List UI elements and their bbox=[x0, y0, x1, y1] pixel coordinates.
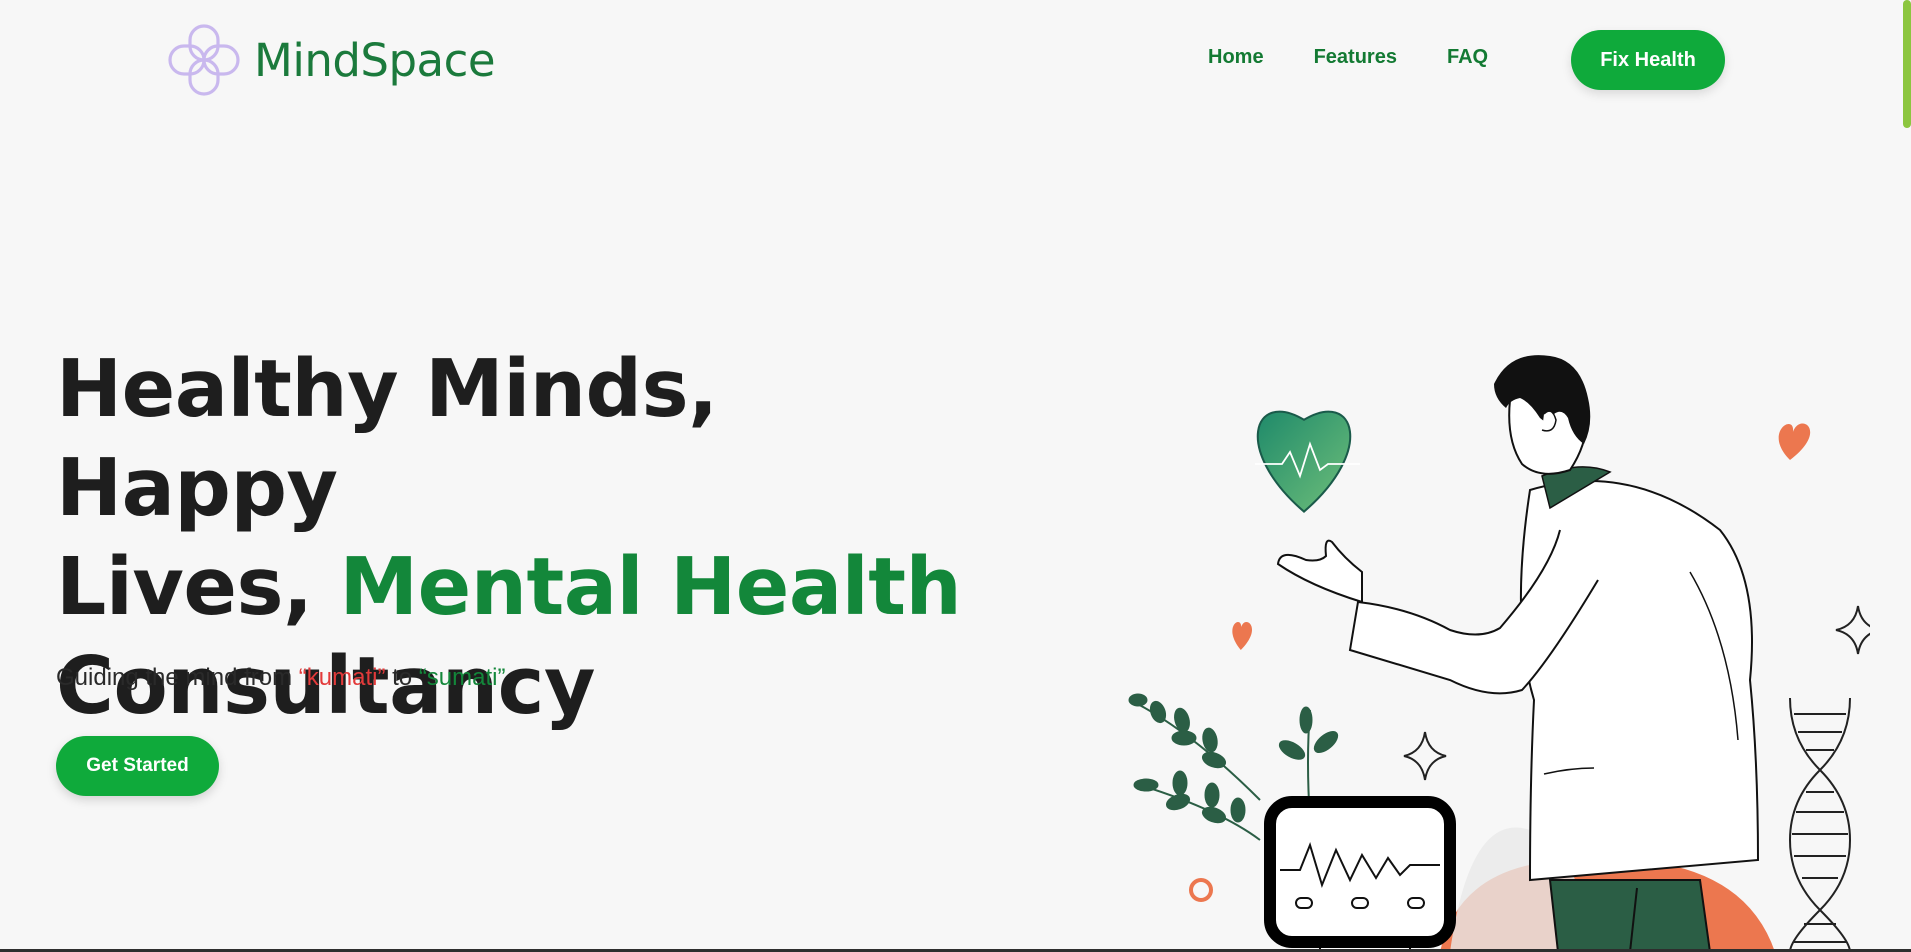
heart-rate-monitor-icon bbox=[1264, 796, 1456, 952]
nav-link-faq[interactable]: FAQ bbox=[1447, 46, 1488, 69]
hero-heading-line2-start: Lives, bbox=[56, 541, 340, 633]
fix-health-button[interactable]: Fix Health bbox=[1571, 30, 1725, 90]
subtitle-middle: to bbox=[385, 664, 419, 691]
dna-helix-icon bbox=[1788, 697, 1852, 952]
landing-page: MindSpace Home Features FAQ Fix Health H… bbox=[0, 0, 1911, 952]
hero-heading-accent: Mental Health bbox=[339, 541, 962, 633]
site-header: MindSpace Home Features FAQ Fix Health bbox=[0, 0, 1911, 120]
hero-heading-line1: Healthy Minds, Happy bbox=[56, 343, 718, 534]
brand-name: MindSpace bbox=[254, 33, 496, 87]
sparkle-icon bbox=[1403, 731, 1447, 781]
sparkle-icon-right bbox=[1835, 605, 1870, 655]
heart-right-orange bbox=[1778, 423, 1811, 460]
subtitle-word-kumati: “kumati” bbox=[298, 664, 386, 691]
hero-illustration bbox=[1128, 355, 1870, 952]
subtitle-prefix: Guiding the mind from bbox=[56, 664, 299, 691]
brand-logo[interactable]: MindSpace bbox=[164, 20, 496, 100]
scrollbar-thumb[interactable] bbox=[1903, 0, 1911, 128]
heart-pulse-icon bbox=[1255, 410, 1360, 513]
get-started-button[interactable]: Get Started bbox=[56, 736, 219, 796]
subtitle-word-sumati: “sumati” bbox=[418, 664, 506, 691]
hero-subtitle: Guiding the mind from “kumati” to “sumat… bbox=[56, 664, 505, 692]
main-nav: Home Features FAQ bbox=[1208, 46, 1488, 69]
four-loop-knot-icon bbox=[168, 24, 240, 96]
ring-decoration bbox=[1189, 878, 1213, 902]
nav-link-features[interactable]: Features bbox=[1314, 46, 1397, 69]
heart-small-orange bbox=[1232, 622, 1252, 650]
nav-link-home[interactable]: Home bbox=[1208, 46, 1264, 69]
